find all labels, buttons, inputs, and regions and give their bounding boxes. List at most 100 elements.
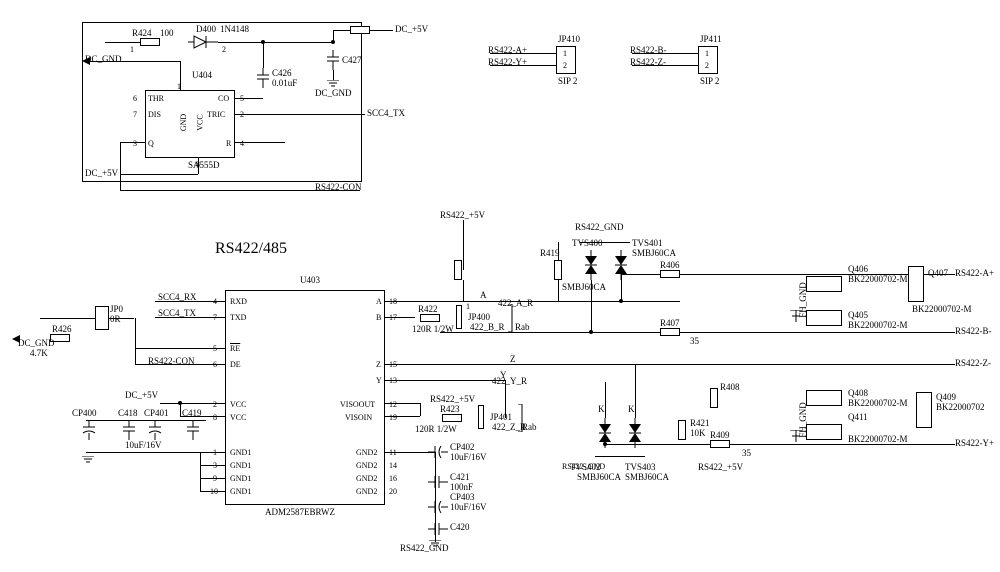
- dcgnd-r426-arrow: [12, 335, 20, 343]
- u403-gnd1a: GND1: [230, 448, 251, 457]
- wire-z: [385, 364, 955, 365]
- jp410-p1: 1: [563, 49, 567, 58]
- dcgnd-caps-symbol: [82, 456, 94, 464]
- u404-pin-gnd-rot: GND: [179, 114, 188, 131]
- r424-ref: R424: [132, 28, 152, 38]
- u403-ref: U403: [300, 275, 320, 285]
- u403-vcc2: VCC: [230, 413, 246, 422]
- r407-body: [660, 328, 680, 336]
- d400-ref: D400: [196, 24, 216, 34]
- q409-val: BK22000702: [936, 402, 985, 412]
- rs422gnd-caps-sym: [429, 540, 441, 548]
- wire-rs422-5v: [463, 220, 464, 270]
- r422-ref: R422: [418, 304, 438, 314]
- jp410-p2: 2: [563, 61, 567, 70]
- tvs403-val: SMBJ60CA: [625, 472, 669, 482]
- wire-vcc-u404: [198, 158, 199, 174]
- dc5v-top-label: DC_+5V: [395, 24, 428, 34]
- jp410-ref: JP410: [558, 34, 580, 44]
- c427-gnd-symbol: [327, 80, 339, 88]
- u403-gnd2a: GND2: [356, 448, 377, 457]
- dot2: [331, 40, 335, 44]
- u404-pin-tric: TRIC: [207, 110, 225, 119]
- jp410-sig1: RS422-A+: [488, 45, 527, 55]
- tvs401-ref: TVS401: [632, 238, 663, 248]
- u403-p19: 19: [389, 413, 397, 422]
- r423-body: [442, 414, 462, 422]
- u404-pin-q: Q: [148, 139, 154, 148]
- u404-ref: U404: [192, 70, 212, 80]
- tvs403-ref: TVS403: [625, 462, 656, 472]
- c426-val: 0.01uF: [272, 78, 297, 88]
- dot6: [603, 442, 607, 446]
- u403-visoout: VISOOUT: [340, 400, 375, 409]
- wire-gnd1-b: [200, 478, 225, 479]
- u403-p16: 16: [389, 474, 397, 483]
- dcgnd-left: DC_GND: [85, 54, 122, 64]
- rs422z-out: RS422-Z-: [955, 358, 991, 368]
- c419-symbol: [186, 420, 200, 440]
- u403-z: Z: [376, 360, 381, 369]
- wire-b: [385, 317, 415, 318]
- u403-de: DE: [230, 360, 241, 369]
- c427-ref: C427: [342, 55, 362, 65]
- u403-part: ADM2587EBRWZ: [265, 507, 335, 517]
- wire-dc5v-u404: [120, 174, 198, 175]
- jp411-p2: 2: [705, 61, 709, 70]
- rab-label: Rab: [515, 322, 530, 332]
- dot4: [589, 330, 593, 334]
- u403-gnd1b: GND1: [230, 461, 251, 470]
- u403-rxd: RXD: [230, 297, 247, 306]
- wire-gnd1-a: [200, 465, 225, 466]
- dot5: [619, 299, 623, 303]
- u404-pin-r: R: [226, 139, 231, 148]
- dc5v-u404-bot: DC_+5V: [85, 168, 118, 178]
- rs422gnd-caps: RS422_GND: [400, 543, 449, 553]
- wire-rs422con-out: [120, 142, 145, 143]
- q405-val: BK22000702-M: [848, 320, 908, 330]
- u403-p20: 20: [389, 487, 397, 496]
- c427-gnd-label: DC_GND: [315, 88, 352, 98]
- jp411-sig2: RS422-Z-: [630, 57, 666, 67]
- u404-p6: 6: [133, 94, 137, 103]
- wire-caps-top: [86, 420, 206, 421]
- rs422y-out: RS422-Y+: [955, 438, 994, 448]
- wire-tvs-bot-gnd: [595, 456, 645, 457]
- wire-jp0-out: [109, 318, 134, 319]
- r407-val: 35: [690, 336, 699, 346]
- u403-body: [225, 290, 385, 505]
- wire-visoin: [385, 416, 420, 417]
- wire-gnd1-c: [200, 491, 225, 492]
- q408-ref: Q408: [848, 388, 868, 398]
- wire-tvs-gnd: [580, 242, 630, 243]
- cp400-symbol: [82, 420, 96, 440]
- wire-r419-down: [558, 280, 559, 301]
- q411-body: [806, 424, 842, 440]
- dot1: [261, 40, 265, 44]
- d400-val: 1N4148: [220, 24, 249, 34]
- wire-r406: [621, 274, 661, 275]
- r409-val: 35: [742, 448, 751, 458]
- cp401-val: 10uF/16V: [125, 440, 162, 450]
- wire-viso-join: [420, 403, 421, 416]
- k1: K: [598, 404, 605, 414]
- scc4tx2-label: SCC4_TX: [158, 308, 196, 318]
- r422-body: [420, 314, 440, 322]
- q405-body: [806, 310, 842, 326]
- wire-c426-top: [263, 42, 264, 68]
- rs422gnd-tvs: RS422_GND: [575, 222, 624, 232]
- u403-gnd2b: GND2: [356, 461, 377, 470]
- wire-visoout: [385, 403, 420, 404]
- u404-pin-dis: DIS: [148, 110, 161, 119]
- u403-visoin: VISOIN: [345, 413, 372, 422]
- tvs402-val: SMBJ60CA: [577, 472, 621, 482]
- rab-label2: Rab: [522, 422, 537, 432]
- jp411-p1: 1: [705, 49, 709, 58]
- r409-ref: R409: [710, 430, 730, 440]
- wire-a-ext: [580, 301, 680, 302]
- rs422-5v-viso: RS422_+5V: [430, 394, 475, 404]
- c427-symbol: [326, 50, 340, 70]
- u404-p7: 7: [133, 110, 137, 119]
- cp403-symbol: [428, 500, 448, 514]
- jp0-val: 0R: [110, 314, 121, 324]
